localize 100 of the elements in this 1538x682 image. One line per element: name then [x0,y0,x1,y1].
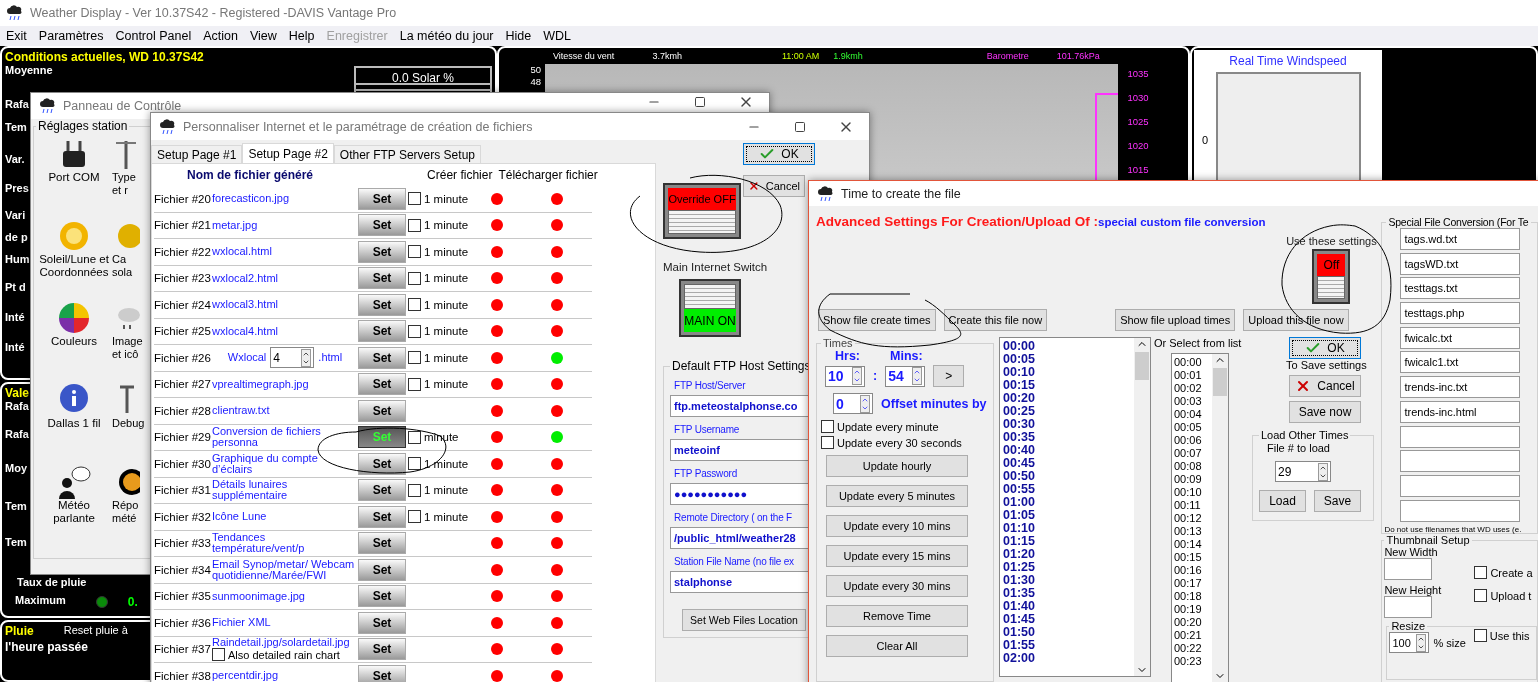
set-button[interactable]: Set [358,452,406,475]
list-item[interactable]: 01:35 [1003,587,1131,600]
checkbox[interactable] [821,436,834,449]
list-item[interactable]: 01:40 [1003,600,1131,613]
set-button[interactable]: Set [358,267,406,290]
list-item[interactable]: 00:23 [1174,655,1210,668]
list-item[interactable]: 00:16 [1174,564,1210,577]
menu-item[interactable]: Action [203,29,238,43]
list-item[interactable]: 00:55 [1003,483,1131,496]
list-item[interactable]: 00:12 [1174,512,1210,525]
list-item[interactable]: 00:22 [1174,642,1210,655]
checkbox[interactable] [408,192,421,206]
preset-button[interactable]: Clear All [826,635,968,657]
action-button[interactable]: Create this file now [943,309,1048,331]
list-item[interactable]: 00:50 [1003,470,1131,483]
input-field[interactable]: fwicalc.txt [1400,326,1521,349]
list-item[interactable]: 00:11 [1174,499,1210,512]
set-button[interactable]: Set [358,214,406,237]
scroll-thumb[interactable] [1135,352,1149,380]
input-field[interactable]: testtags.txt [1400,277,1521,300]
add-button[interactable]: > [933,365,965,387]
list-item[interactable]: 00:05 [1003,353,1131,366]
list-item[interactable]: 00:10 [1003,366,1131,379]
menu-item[interactable]: Hide [505,29,532,43]
set-button[interactable]: Set [358,373,406,396]
menu-item[interactable]: Exit [6,29,27,43]
number-field[interactable]: 29 [1275,461,1331,482]
checkbox[interactable] [408,271,421,285]
checkbox[interactable] [1474,566,1488,579]
list-item[interactable]: 01:50 [1003,626,1131,639]
list-item[interactable]: 00:09 [1174,473,1210,486]
checkbox[interactable] [408,324,421,338]
list-item[interactable]: 00:21 [1174,629,1210,642]
toggle-switch[interactable]: MAIN ON [679,279,741,337]
ok-button[interactable]: OK [1289,337,1361,359]
list-item[interactable]: 00:08 [1174,460,1210,473]
number-field[interactable]: 100 [1389,632,1430,653]
set-button[interactable]: Set [358,638,406,661]
list-item[interactable]: 01:10 [1003,522,1131,535]
checkbox[interactable] [408,457,421,471]
checkbox[interactable] [408,218,421,232]
ok-button[interactable]: OK [743,143,815,165]
checkbox[interactable] [408,377,421,391]
input-field[interactable] [1400,474,1521,497]
list-item[interactable]: 00:18 [1174,590,1210,603]
list-item[interactable]: 01:15 [1003,535,1131,548]
input-field[interactable]: tags.wd.txt [1400,228,1521,250]
save-now-button[interactable]: Save now [1289,401,1361,423]
menu-item[interactable]: View [249,29,277,43]
input-field[interactable] [1400,425,1521,448]
scroll-thumb[interactable] [1213,368,1227,396]
select-list[interactable]: 00:00 00:01 00:02 00:03 00:04 00:05 00:06 00:07 00:08 00:09 00:10 00:11 00:12 00:13 00:14 00:15 00:16 00:17 00:18 00:19 00:20 00:21 00:22 00:23 [1171,353,1229,682]
spin-arrows-icon[interactable] [1416,633,1427,652]
preset-button[interactable]: Update every 5 minutes [826,485,968,507]
input-field[interactable]: trends-inc.html [1400,400,1521,423]
list-item[interactable]: 00:07 [1174,447,1210,460]
input-field[interactable]: tagsWD.txt [1400,252,1521,275]
set-button[interactable]: Set [358,505,406,528]
list-item[interactable]: 00:02 [1174,382,1210,395]
list-item[interactable]: 01:20 [1003,548,1131,561]
list-item[interactable]: 01:30 [1003,574,1131,587]
preset-button[interactable]: Update every 30 mins [826,575,968,597]
set-button[interactable]: Set [358,187,406,210]
set-button[interactable]: Set [358,585,406,608]
menu-item[interactable]: La météo du jour [399,29,494,43]
list-item[interactable]: 00:01 [1174,369,1210,382]
list-item[interactable]: 00:20 [1003,392,1131,405]
load-button[interactable]: Load [1259,490,1306,512]
tab[interactable]: Other FTP Servers Setup [333,145,481,163]
list-item[interactable]: 00:00 [1003,340,1131,353]
toggle-switch[interactable]: Override OFF [663,183,741,239]
list-item[interactable]: 02:00 [1003,652,1131,665]
tab[interactable]: Setup Page #2 [242,143,334,163]
menu-item[interactable]: WDL [543,29,571,43]
tab[interactable]: Setup Page #1 [151,145,243,163]
preset-button[interactable]: Update hourly [826,455,968,477]
set-button[interactable]: Set [358,479,406,502]
input-field[interactable]: fwicalc1.txt [1400,351,1521,374]
set-button[interactable]: Set [358,664,406,682]
menu-item[interactable]: Control Panel [115,29,192,43]
list-item[interactable]: 00:25 [1003,405,1131,418]
number-field[interactable]: 10 [825,365,865,387]
set-button[interactable]: Set [358,558,406,581]
checkbox[interactable] [1473,629,1487,642]
spin-arrows-icon[interactable] [301,348,312,367]
list-item[interactable]: 00:40 [1003,444,1131,457]
list-item[interactable]: 00:35 [1003,431,1131,444]
time-list[interactable]: 00:00 00:05 00:10 00:15 00:20 00:25 00:30 00:35 00:40 00:45 00:50 00:55 01:00 01:05 01:10 01:15 01:20 01:25 01:30 01:35 01:40 01:45 01:50 01:55 02:00 [999,337,1151,677]
list-item[interactable]: 00:10 [1174,486,1210,499]
set-button[interactable]: Set [358,532,406,555]
list-item[interactable]: 01:45 [1003,613,1131,626]
checkbox[interactable] [408,245,421,259]
scrollbar[interactable] [1134,338,1150,676]
checkbox[interactable] [212,648,225,662]
list-item[interactable]: 00:00 [1174,356,1210,369]
list-item[interactable]: 01:25 [1003,561,1131,574]
menu-item[interactable]: Paramètres [38,29,104,43]
preset-button[interactable]: Update every 10 mins [826,515,968,537]
spin-arrows-icon[interactable] [912,367,923,385]
list-item[interactable]: 01:05 [1003,509,1131,522]
